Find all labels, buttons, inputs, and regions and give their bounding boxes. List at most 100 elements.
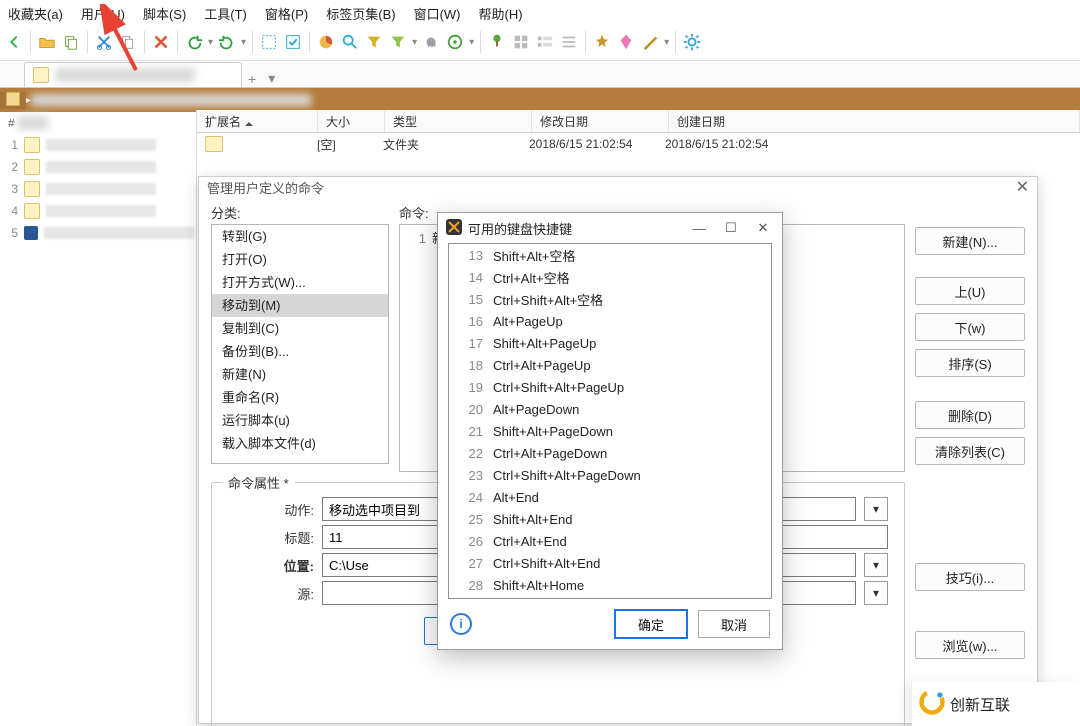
shortcut-item[interactable]: 14Ctrl+Alt+空格 [449,266,771,288]
diamond-icon[interactable] [616,32,636,52]
new-button[interactable]: 新建(N)... [915,227,1025,255]
table-row[interactable]: [空] 文件夹 2018/6/15 21:02:54 2018/6/15 21:… [197,133,1080,155]
menu-user[interactable]: 用户(U) [77,3,129,24]
category-item[interactable]: 复制到(C) [212,317,388,340]
search-icon[interactable] [340,32,360,52]
shortcut-item[interactable]: 20Alt+PageDown [449,398,771,420]
shortcut-item[interactable]: 28Shift+Alt+Home [449,574,771,596]
shortcut-item[interactable]: 19Ctrl+Shift+Alt+PageUp [449,376,771,398]
shortcut-item[interactable]: 15Ctrl+Shift+Alt+空格 [449,288,771,310]
shortcut-item[interactable]: 23Ctrl+Shift+Alt+PageDown [449,464,771,486]
shortcut-item[interactable]: 26Ctrl+Alt+End [449,530,771,552]
pie-chart-icon[interactable] [316,32,336,52]
tab-bar: + ▾ [0,61,1080,88]
folder-icon [24,159,40,175]
menu-window[interactable]: 窗口(W) [410,3,465,24]
redo-icon[interactable] [217,32,237,52]
shortcut-item[interactable]: 18Ctrl+Alt+PageUp [449,354,771,376]
shortcut-item[interactable]: 13Shift+Alt+空格 [449,244,771,266]
addressbar[interactable]: ▸ [0,88,1080,112]
star-icon[interactable] [592,32,612,52]
folder-tree[interactable]: # 1 2 3 4 5 [0,110,197,726]
shortcut-item[interactable]: 27Ctrl+Shift+Alt+End [449,552,771,574]
thumb-view-icon[interactable] [535,32,555,52]
location-dropdown[interactable]: ▾ [864,553,888,577]
menu-favorites[interactable]: 收藏夹(a) [4,3,67,24]
menu-tools[interactable]: 工具(T) [200,3,251,24]
maximize-icon[interactable]: ☐ [718,220,744,236]
filter-icon[interactable] [364,32,384,52]
brush-icon[interactable] [640,32,660,52]
action-dropdown[interactable]: ▾ [864,497,888,521]
menu-tabsets[interactable]: 标签页集(B) [322,3,399,24]
category-item[interactable]: 移动到(M) [212,294,388,317]
category-item[interactable]: 运行脚本(u) [212,409,388,432]
menu-help[interactable]: 帮助(H) [475,3,527,24]
menubar: 收藏夹(a) 用户(U) 脚本(S) 工具(T) 窗格(P) 标签页集(B) 窗… [0,0,1080,24]
minimize-icon[interactable]: — [686,221,712,236]
action-label: 动作: [234,500,314,519]
tips-button[interactable]: 技巧(i)... [915,563,1025,591]
down-button[interactable]: 下(w) [915,313,1025,341]
folder-icon [24,137,40,153]
close-icon[interactable]: ✕ [1016,177,1029,197]
folder-icon [205,136,223,152]
shortcut-item[interactable]: 24Alt+End [449,486,771,508]
close-icon[interactable]: ✕ [750,220,776,236]
copy-icon[interactable] [61,32,81,52]
target-icon[interactable] [445,32,465,52]
shortcut-item[interactable]: 17Shift+Alt+PageUp [449,332,771,354]
shortcut-item[interactable]: 16Alt+PageUp [449,310,771,332]
category-item[interactable]: 转到(G) [212,225,388,248]
delete-icon[interactable] [151,32,171,52]
dialog-title: 管理用户定义的命令 [207,178,324,197]
filter2-icon[interactable] [388,32,408,52]
tree-icon[interactable] [487,32,507,52]
menu-panes[interactable]: 窗格(P) [261,3,312,24]
sc-ok-button[interactable]: 确定 [614,609,688,639]
menu-scripts[interactable]: 脚本(S) [139,3,190,24]
column-headers[interactable]: 扩展名 大小 类型 修改日期 创建日期 [197,110,1080,133]
clear-list-button[interactable]: 清除列表(C) [915,437,1025,465]
list-view-icon[interactable] [559,32,579,52]
tab-active[interactable] [24,62,242,87]
back-icon[interactable] [4,32,24,52]
undo-icon[interactable] [184,32,204,52]
checked-icon[interactable] [283,32,303,52]
category-item[interactable]: 打开方式(W)... [212,271,388,294]
category-list[interactable]: 转到(G)打开(O)打开方式(W)...移动到(M)复制到(C)备份到(B)..… [211,224,389,464]
shortcut-item[interactable]: 25Shift+Alt+End [449,508,771,530]
cut-icon[interactable] [94,32,114,52]
tab-add[interactable]: + [242,71,262,87]
category-item[interactable]: 载入脚本文件(d) [212,432,388,455]
shortcut-item[interactable]: 22Ctrl+Alt+PageDown [449,442,771,464]
browse-button[interactable]: 浏览(w)... [915,631,1025,659]
sort-button[interactable]: 排序(S) [915,349,1025,377]
category-item[interactable]: 备份到(B)... [212,340,388,363]
source-label: 源: [234,584,314,603]
copy2-icon[interactable] [118,32,138,52]
shortcut-item[interactable]: 21Shift+Alt+PageDown [449,420,771,442]
category-item[interactable]: 打开(O) [212,248,388,271]
icons-view-icon[interactable] [511,32,531,52]
select-all-icon[interactable] [259,32,279,52]
folder-open-icon[interactable] [37,32,57,52]
folder-icon [33,67,49,83]
source-dropdown[interactable]: ▾ [864,581,888,605]
title-label: 标题: [234,528,314,547]
shortcut-list[interactable]: 13Shift+Alt+空格14Ctrl+Alt+空格15Ctrl+Shift+… [448,243,772,599]
gear-icon[interactable] [682,32,702,52]
dialog-available-shortcuts: 可用的键盘快捷键 — ☐ ✕ 13Shift+Alt+空格14Ctrl+Alt+… [437,212,783,650]
tab-label-blur [55,68,195,82]
category-item[interactable]: 新建(N) [212,363,388,386]
app-icon [446,219,462,238]
sc-cancel-button[interactable]: 取消 [698,610,770,638]
info-icon[interactable]: i [450,613,472,635]
tab-dropdown[interactable]: ▾ [262,70,281,87]
category-item[interactable]: 重命名(R) [212,386,388,409]
watermark-logo-icon [918,688,946,720]
up-button[interactable]: 上(U) [915,277,1025,305]
word-icon [24,226,38,240]
delete-button[interactable]: 删除(D) [915,401,1025,429]
ghost-icon[interactable] [421,32,441,52]
